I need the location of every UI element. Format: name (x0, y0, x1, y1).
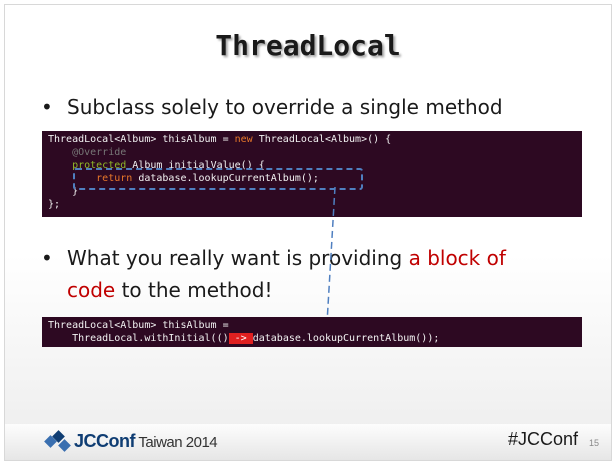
hashtag: #JCConf (508, 429, 579, 449)
jcconf-logo: JCConf Taiwan 2014 (44, 427, 218, 455)
arrow-connector (321, 186, 336, 329)
slide-footer: JCConf Taiwan 2014 #JCConf 15 (5, 424, 611, 460)
code-block-lambda: ThreadLocal<Album> thisAlbum = ThreadLoc… (42, 317, 582, 347)
arrow-line (326, 186, 336, 324)
slide: ThreadLocal • Subclass solely to overrid… (4, 4, 612, 461)
page-number: 15 (588, 438, 599, 448)
lambda-arrow: -> (228, 333, 253, 344)
code-line-1: ThreadLocal<Album> thisAlbum = (48, 320, 229, 331)
code-line-2: ThreadLocal.withInitial(() -> database.l… (48, 333, 440, 344)
logo-diamond-icon (44, 430, 71, 452)
